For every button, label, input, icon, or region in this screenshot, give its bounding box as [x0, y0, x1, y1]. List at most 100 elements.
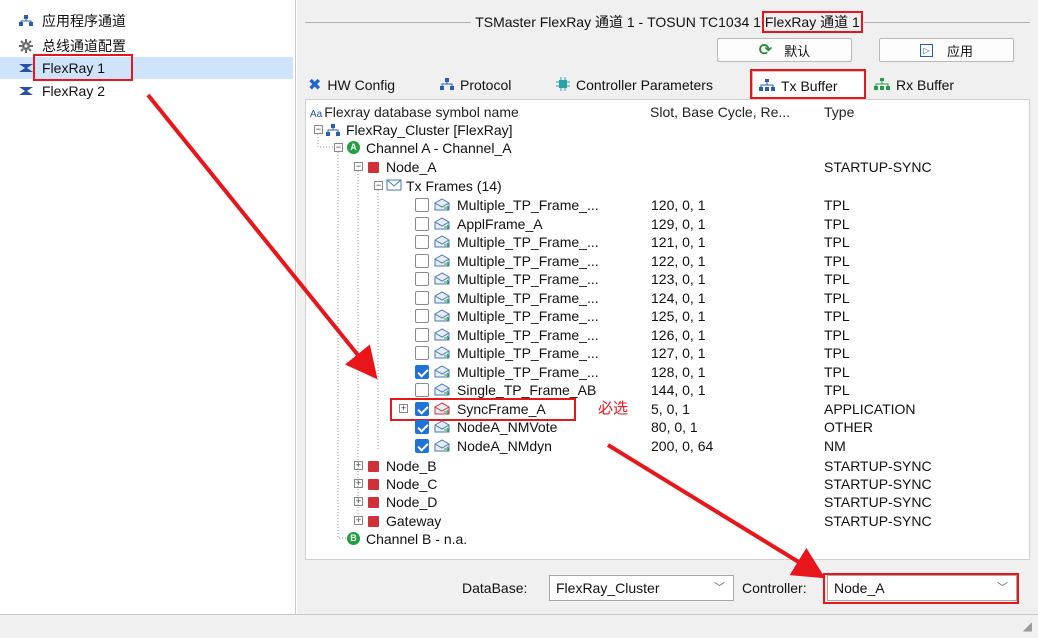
- node-type: STARTUP-SYNC: [824, 159, 932, 175]
- frame-checkbox[interactable]: [415, 438, 429, 453]
- frame-checkbox[interactable]: [415, 235, 429, 249]
- default-button[interactable]: ⟳ 默认: [717, 38, 852, 62]
- expand-icon[interactable]: +: [354, 479, 363, 488]
- node-type: STARTUP-SYNC: [824, 458, 932, 474]
- tree-row-node-b[interactable]: + Node_B STARTUP-SYNC: [306, 457, 1029, 475]
- node-type: STARTUP-SYNC: [824, 476, 932, 492]
- tree-row-tx-frames[interactable]: − Tx Frames (14): [306, 177, 1029, 195]
- frame-type: TPL: [824, 326, 850, 343]
- column-slot-header[interactable]: Slot, Base Cycle, Re...: [650, 103, 790, 121]
- frame-icon: [434, 383, 450, 397]
- tab-rx-buffer[interactable]: Rx Buffer: [868, 71, 978, 99]
- frame-slot: 128, 0, 1: [651, 363, 706, 380]
- node-name: Node_A: [386, 159, 437, 175]
- page-title: TSMaster FlexRay 通道 1 - TOSUN TC1034 1 F…: [297, 11, 1038, 33]
- frame-checkbox[interactable]: [415, 253, 429, 268]
- nav-item-label: 应用程序通道: [42, 13, 126, 29]
- frame-icon: [434, 364, 450, 379]
- frame-name: Multiple_TP_Frame_...: [457, 197, 599, 213]
- frame-checkbox[interactable]: [415, 198, 429, 212]
- frame-row[interactable]: Single_TP_Frame_AB 144, 0, 1 TPL: [306, 381, 1029, 399]
- node-name: Gateway: [386, 513, 442, 529]
- frame-checkbox[interactable]: [415, 290, 429, 305]
- node-icon: [368, 516, 379, 527]
- frame-row[interactable]: Multiple_TP_Frame_... 123, 0, 1 TPL: [306, 270, 1029, 288]
- apply-icon: ▷: [919, 43, 933, 57]
- tab-label: Rx Buffer: [896, 77, 955, 93]
- node-name: Node_B: [386, 458, 437, 474]
- protocol-icon: [440, 77, 454, 93]
- frame-checkbox[interactable]: [415, 346, 429, 360]
- frame-checkbox[interactable]: [415, 216, 429, 231]
- expand-icon[interactable]: +: [354, 516, 363, 525]
- column-type-header[interactable]: Type: [824, 103, 854, 121]
- tree-row-channel-b[interactable]: B Channel B - n.a.: [306, 530, 1029, 548]
- frame-checkbox[interactable]: [415, 383, 429, 397]
- frame-tree: Aa Flexray database symbol name Slot, Bas…: [305, 99, 1030, 560]
- frame-row[interactable]: Multiple_TP_Frame_... 122, 0, 1 TPL: [306, 252, 1029, 270]
- nav-item-flexray-2[interactable]: FlexRay 2: [0, 80, 293, 102]
- frame-slot: 125, 0, 1: [651, 308, 706, 324]
- collapse-icon[interactable]: −: [314, 125, 323, 134]
- frame-row[interactable]: + SyncFrame_A 5, 0, 1 APPLICATION 必选: [306, 397, 1029, 421]
- expand-icon[interactable]: +: [354, 497, 363, 506]
- tree-row-cluster[interactable]: − FlexRay_Cluster [FlexRay]: [306, 121, 1029, 139]
- frame-row[interactable]: NodeA_NMdyn 200, 0, 64 NM: [306, 437, 1029, 455]
- node-icon: [368, 461, 379, 472]
- tab-protocol[interactable]: Protocol: [434, 71, 544, 99]
- frame-row[interactable]: ApplFrame_A 129, 0, 1 TPL: [306, 215, 1029, 233]
- tree-channel-a-label: Channel A - Channel_A: [366, 140, 512, 156]
- resize-grip-icon[interactable]: ◢: [1023, 619, 1032, 633]
- expand-icon[interactable]: +: [354, 461, 363, 470]
- tab-controller-parameters[interactable]: Controller Parameters: [550, 71, 745, 99]
- tree-row-gateway[interactable]: + Gateway STARTUP-SYNC: [306, 512, 1029, 530]
- annotation-box-flexray1: [33, 54, 133, 81]
- frame-checkbox[interactable]: [415, 309, 429, 323]
- database-select[interactable]: FlexRay_Cluster ﹀: [549, 575, 734, 601]
- frame-slot: 5, 0, 1: [651, 400, 690, 417]
- frame-slot: 126, 0, 1: [651, 326, 706, 343]
- frame-icon: [434, 309, 450, 323]
- nav-item-app-channel[interactable]: 应用程序通道: [0, 10, 293, 32]
- frame-type: TPL: [824, 345, 850, 361]
- required-annotation: 必选: [598, 399, 629, 417]
- collapse-icon[interactable]: −: [354, 162, 363, 171]
- wrench-icon: ✖: [308, 77, 322, 94]
- frame-type: APPLICATION: [824, 400, 916, 417]
- collapse-icon[interactable]: −: [334, 143, 343, 152]
- tree-row-node-a[interactable]: − Node_A STARTUP-SYNC: [306, 158, 1029, 176]
- frame-row[interactable]: NodeA_NMVote 80, 0, 1 OTHER: [306, 418, 1029, 436]
- frame-checkbox[interactable]: [415, 272, 429, 286]
- frame-row[interactable]: Multiple_TP_Frame_... 125, 0, 1 TPL: [306, 307, 1029, 325]
- frame-checkbox[interactable]: [415, 327, 429, 342]
- frame-icon: [434, 235, 450, 249]
- frame-row[interactable]: Multiple_TP_Frame_... 121, 0, 1 TPL: [306, 233, 1029, 251]
- frame-name: Multiple_TP_Frame_...: [457, 326, 599, 343]
- frame-row[interactable]: Multiple_TP_Frame_... 128, 0, 1 TPL: [306, 363, 1029, 381]
- frame-row[interactable]: Multiple_TP_Frame_... 124, 0, 1 TPL: [306, 289, 1029, 307]
- tree-row-node-c[interactable]: + Node_C STARTUP-SYNC: [306, 475, 1029, 493]
- status-bar: ◢: [0, 614, 1038, 638]
- frame-name: Multiple_TP_Frame_...: [457, 289, 599, 306]
- channel-nav-panel: 应用程序通道 总线通道配置 FlexRay 1 FlexRay 2: [0, 0, 296, 637]
- frame-row[interactable]: Multiple_TP_Frame_... 127, 0, 1 TPL: [306, 344, 1029, 362]
- frame-row[interactable]: Multiple_TP_Frame_... 120, 0, 1 TPL: [306, 196, 1029, 214]
- frame-type: TPL: [824, 363, 850, 380]
- column-label: Flexray database symbol name: [324, 104, 519, 120]
- tab-hw-config[interactable]: ✖ HW Config: [302, 71, 430, 99]
- tree-row-node-d[interactable]: + Node_D STARTUP-SYNC: [306, 493, 1029, 511]
- frame-type: NM: [824, 437, 846, 454]
- frame-checkbox[interactable]: [415, 364, 429, 379]
- tree-row-channel-a[interactable]: − A Channel A - Channel_A: [306, 139, 1029, 157]
- tx-frames-label: Tx Frames (14): [406, 178, 502, 194]
- app-channel-icon: [18, 13, 34, 29]
- frame-checkbox[interactable]: [415, 420, 429, 434]
- apply-button[interactable]: ▷ 应用: [879, 38, 1014, 62]
- node-icon: [368, 162, 379, 173]
- tree-cluster-label: FlexRay_Cluster [FlexRay]: [346, 122, 513, 138]
- frame-slot: 200, 0, 64: [651, 437, 714, 454]
- frame-slot: 144, 0, 1: [651, 382, 706, 398]
- frame-row[interactable]: Multiple_TP_Frame_... 126, 0, 1 TPL: [306, 326, 1029, 344]
- collapse-icon[interactable]: −: [374, 181, 383, 190]
- database-label: DataBase:: [462, 580, 528, 596]
